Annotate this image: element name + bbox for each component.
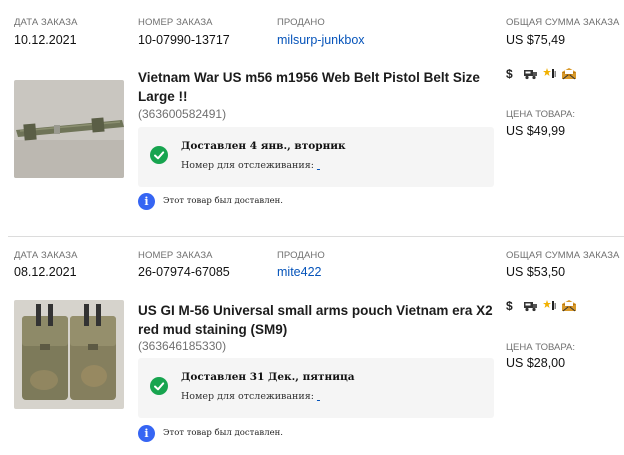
delivery-status: Доставлен 4 янв., вторник <box>181 140 346 152</box>
item-thumbnail[interactable] <box>14 80 124 178</box>
delivery-status: Доставлен 31 Дек., пятница <box>181 371 355 383</box>
shipping-icon[interactable] <box>524 67 537 83</box>
tracking-row: Номер для отслеживания: <box>181 391 405 402</box>
message-icon[interactable] <box>562 299 576 315</box>
dollar-icon[interactable]: $ <box>506 299 513 313</box>
tracking-label: Номер для отслеживания: <box>181 391 314 402</box>
feedback-star-icon[interactable] <box>543 67 557 83</box>
item-price: US $28,00 <box>506 356 566 370</box>
seller-link[interactable]: milsurp-junkbox <box>277 33 365 47</box>
message-icon[interactable] <box>562 67 576 83</box>
feedback-star-icon[interactable] <box>543 299 557 315</box>
order-total: US $75,49 <box>506 33 566 47</box>
item-thumbnail[interactable] <box>14 300 124 409</box>
order-date: 08.12.2021 <box>14 265 77 279</box>
order-total-label: ОБЩАЯ СУММА ЗАКАЗА <box>506 250 620 261</box>
dollar-icon[interactable]: $ <box>506 67 513 81</box>
order-date: 10.12.2021 <box>14 33 77 47</box>
item-title-link[interactable]: Vietnam War US m56 m1956 Web Belt Pistol… <box>138 68 498 106</box>
item-id: (363600582491) <box>138 107 227 121</box>
item-id: (363646185330) <box>138 339 227 353</box>
order-divider <box>8 236 624 237</box>
order-card: ДАТА ЗАКАЗА 10.12.2021 НОМЕР ЗАКАЗА 10-0… <box>0 0 624 232</box>
order-total-label: ОБЩАЯ СУММА ЗАКАЗА <box>506 17 620 28</box>
info-icon: i <box>138 193 155 210</box>
tracking-row: Номер для отслеживания: <box>181 160 405 171</box>
order-date-label: ДАТА ЗАКАЗА <box>14 17 78 28</box>
order-card: ДАТА ЗАКАЗА 08.12.2021 НОМЕР ЗАКАЗА 26-0… <box>0 236 624 455</box>
item-price: US $49,99 <box>506 124 566 138</box>
delivered-check-icon <box>150 146 168 164</box>
shipping-icon[interactable] <box>524 299 537 315</box>
order-number-label: НОМЕР ЗАКАЗА <box>138 17 213 28</box>
delivered-note: Этот товар был доставлен. <box>163 428 283 438</box>
seller-label: ПРОДАНО <box>277 250 325 261</box>
tracking-label: Номер для отслеживания: <box>181 160 314 171</box>
delivered-note: Этот товар был доставлен. <box>163 196 283 206</box>
order-number: 26-07974-67085 <box>138 265 230 279</box>
seller-label: ПРОДАНО <box>277 17 325 28</box>
order-date-label: ДАТА ЗАКАЗА <box>14 250 78 261</box>
belt-image <box>14 80 124 178</box>
order-number-label: НОМЕР ЗАКАЗА <box>138 250 213 261</box>
delivery-status-box: Доставлен 31 Дек., пятница Номер для отс… <box>138 358 494 418</box>
item-title-link[interactable]: US GI M-56 Universal small arms pouch Vi… <box>138 301 498 339</box>
delivery-status-box: Доставлен 4 янв., вторник Номер для отсл… <box>138 127 494 187</box>
order-total: US $53,50 <box>506 265 566 279</box>
tracking-number-link[interactable] <box>317 160 405 171</box>
item-price-label: ЦЕНА ТОВАРА: <box>506 109 576 120</box>
delivered-check-icon <box>150 377 168 395</box>
item-price-label: ЦЕНА ТОВАРА: <box>506 342 576 353</box>
order-number: 10-07990-13717 <box>138 33 230 47</box>
info-icon: i <box>138 425 155 442</box>
pouch-image <box>14 300 124 409</box>
seller-link[interactable]: mite422 <box>277 265 321 279</box>
tracking-number-link[interactable] <box>317 391 405 402</box>
